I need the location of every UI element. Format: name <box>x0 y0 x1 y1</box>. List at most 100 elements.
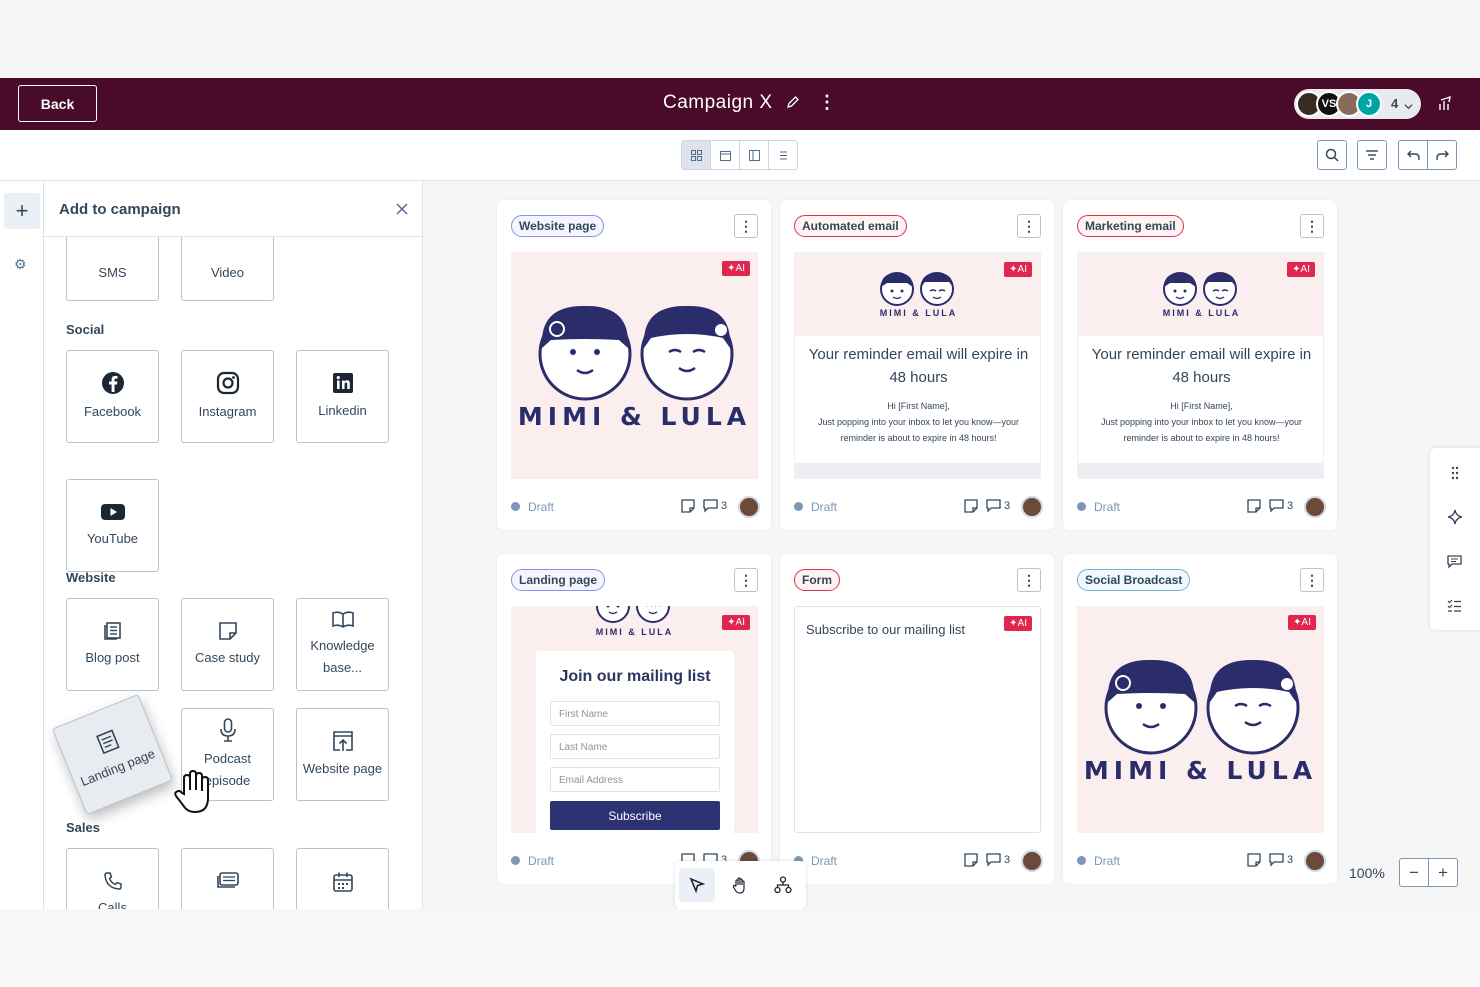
undo-icon[interactable] <box>1398 140 1428 170</box>
tile-facebook[interactable]: Facebook <box>66 350 159 443</box>
close-icon[interactable] <box>396 199 408 220</box>
tile-label: Video <box>210 265 244 280</box>
tile-knowledge-base[interactable]: Knowledge base... <box>296 598 389 691</box>
right-dock <box>1430 448 1480 630</box>
asset-card-automated-email[interactable]: Automated email ⋮ MIMI & LULA Your remin… <box>780 200 1054 530</box>
card-more-icon[interactable]: ⋮ <box>734 568 758 592</box>
title-more-icon[interactable]: ⋮ <box>818 93 836 111</box>
comments-icon[interactable] <box>1447 555 1462 569</box>
select-pointer-icon[interactable] <box>679 868 715 902</box>
card-more-icon[interactable]: ⋮ <box>1300 568 1324 592</box>
search-icon[interactable] <box>1317 140 1347 170</box>
tile-linkedin[interactable]: Linkedin <box>296 350 389 443</box>
grid-view-icon[interactable] <box>682 141 711 169</box>
card-more-icon[interactable]: ⋮ <box>1017 568 1041 592</box>
linkedin-icon <box>332 372 353 393</box>
facebook-icon <box>101 371 124 394</box>
avatar: J <box>1356 91 1382 117</box>
owner-avatar[interactable] <box>738 496 760 518</box>
tile-case-study[interactable]: Case study <box>181 598 274 691</box>
owner-avatar[interactable] <box>1021 496 1043 518</box>
status-dot <box>511 856 520 865</box>
canvas-toolbar <box>0 130 1480 181</box>
asset-card-landing-page[interactable]: Landing page ⋮ MIMI & LULA Join our mail… <box>497 554 771 884</box>
note-icon[interactable] <box>964 499 978 513</box>
note-icon[interactable] <box>681 499 695 513</box>
last-name-field[interactable]: Last Name <box>550 734 720 759</box>
tile-label: Calls <box>98 900 127 909</box>
asset-card-marketing-email[interactable]: Marketing email ⋮ MIMI & LULA Your remin… <box>1063 200 1337 530</box>
redo-icon[interactable] <box>1427 140 1457 170</box>
calendar-view-icon[interactable] <box>711 141 740 169</box>
tile-sales-templates[interactable] <box>181 848 274 909</box>
mimi-lula-logo <box>538 305 734 401</box>
edit-pencil-icon[interactable] <box>786 95 800 114</box>
ai-badge[interactable]: ✦AI <box>1004 262 1032 277</box>
comment-icon[interactable] <box>1269 499 1284 513</box>
add-icon[interactable]: + <box>4 193 40 229</box>
board-view-icon[interactable] <box>740 141 769 169</box>
filter-icon[interactable] <box>1357 140 1387 170</box>
comment-icon[interactable] <box>986 853 1001 867</box>
share-icon[interactable] <box>1438 95 1455 117</box>
asset-type-tag: Automated email <box>794 215 907 237</box>
tile-youtube[interactable]: YouTube <box>66 479 159 572</box>
collaborators-pill[interactable]: VS J 4 <box>1294 89 1421 119</box>
microphone-icon <box>219 717 236 742</box>
first-name-field[interactable]: First Name <box>550 701 720 726</box>
tile-website-page[interactable]: Website page <box>296 708 389 801</box>
zoom-out-button[interactable]: − <box>1400 859 1429 886</box>
bottom-letterbox <box>0 909 1480 987</box>
subscribe-button[interactable]: Subscribe <box>550 801 720 830</box>
owner-avatar[interactable] <box>1304 850 1326 872</box>
gear-icon[interactable]: ⚙ <box>14 256 27 273</box>
blog-post-icon <box>103 621 121 640</box>
note-icon[interactable] <box>1247 853 1261 867</box>
pan-hand-icon[interactable] <box>722 868 758 902</box>
section-social: Social <box>66 322 105 337</box>
card-more-icon[interactable]: ⋮ <box>1300 214 1324 238</box>
ai-badge[interactable]: ✦AI <box>722 261 750 276</box>
hand-cursor-icon <box>172 769 214 819</box>
checklist-icon[interactable] <box>1447 599 1462 613</box>
zoom-in-button[interactable]: + <box>1429 859 1457 886</box>
card-more-icon[interactable]: ⋮ <box>1017 214 1041 238</box>
ai-badge[interactable]: ✦AI <box>1004 616 1032 631</box>
ai-badge[interactable]: ✦AI <box>722 615 750 630</box>
tile-label: Linkedin <box>318 402 367 418</box>
tile-blog-post[interactable]: Blog post <box>66 598 159 691</box>
ai-badge[interactable]: ✦AI <box>1288 615 1316 630</box>
owner-avatar[interactable] <box>1021 850 1043 872</box>
status-text: Draft <box>1094 500 1121 514</box>
ai-badge[interactable]: ✦AI <box>1287 262 1315 277</box>
note-icon[interactable] <box>1247 499 1261 513</box>
comment-icon[interactable] <box>703 499 718 513</box>
connections-icon[interactable] <box>765 868 801 902</box>
brand-wordmark: MIMI & LULA <box>517 402 752 431</box>
drag-handle-icon[interactable] <box>1451 466 1459 480</box>
youtube-icon <box>100 503 125 520</box>
note-icon[interactable] <box>964 853 978 867</box>
brand-wordmark: MIMI & LULA <box>595 627 674 637</box>
campaign-header: Back Campaign X ⋮ VS J 4 <box>0 78 1480 130</box>
comment-icon[interactable] <box>986 499 1001 513</box>
email-paragraph: Just popping into your inbox to let you … <box>1100 417 1303 443</box>
asset-card-website-page[interactable]: Website page ⋮ MIMI & LULA ✦AI Draft 3 <box>497 200 771 530</box>
tile-calls[interactable]: Calls <box>66 848 159 909</box>
back-button[interactable]: Back <box>18 85 97 122</box>
tile-landing-page[interactable]: Landing page <box>51 693 174 816</box>
tile-instagram[interactable]: Instagram <box>181 350 274 443</box>
left-rail: + ⚙ <box>0 181 44 909</box>
tile-meetings[interactable] <box>296 848 389 909</box>
card-more-icon[interactable]: ⋮ <box>734 214 758 238</box>
email-field[interactable]: Email Address <box>550 767 720 792</box>
asset-card-form[interactable]: Form ⋮ Subscribe to our mailing list ✦AI… <box>780 554 1054 884</box>
ai-sparkle-icon[interactable] <box>1447 509 1463 525</box>
status-text: Draft <box>528 500 555 514</box>
status-dot <box>794 502 803 511</box>
list-view-icon[interactable] <box>769 141 797 169</box>
comment-icon[interactable] <box>1269 853 1284 867</box>
tile-label: YouTube <box>86 530 139 546</box>
asset-card-social-broadcast[interactable]: Social Broadcast ⋮ MIMI & LULA ✦AI Draft… <box>1063 554 1337 884</box>
owner-avatar[interactable] <box>1304 496 1326 518</box>
